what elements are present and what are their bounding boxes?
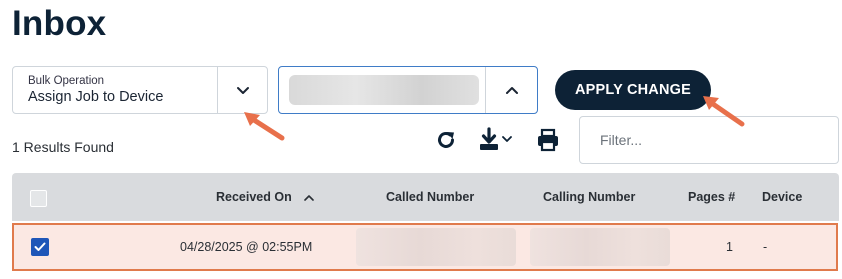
filter-input[interactable] <box>579 116 839 164</box>
bulk-value-select[interactable] <box>278 66 538 114</box>
column-calling-number[interactable]: Calling Number <box>543 190 635 204</box>
print-icon[interactable] <box>536 126 560 154</box>
row-checkbox[interactable] <box>31 238 49 256</box>
refresh-icon[interactable] <box>434 126 458 154</box>
redacted-select-value <box>289 75 479 105</box>
download-icon[interactable] <box>478 126 516 154</box>
table-row[interactable]: 04/28/2025 @ 02:55PM 1 - <box>12 223 838 271</box>
cell-called-number <box>356 228 516 266</box>
apply-change-button[interactable]: APPLY CHANGE <box>555 70 711 110</box>
bulk-operation-select[interactable]: Bulk Operation Assign Job to Device <box>12 66 268 114</box>
column-called-number[interactable]: Called Number <box>386 190 474 204</box>
results-count: 1 Results Found <box>12 139 114 155</box>
page-title: Inbox <box>12 4 107 43</box>
cell-received-on: 04/28/2025 @ 02:55PM <box>180 240 313 254</box>
column-received-on-label: Received On <box>216 190 292 204</box>
bulk-operation-value: Assign Job to Device <box>28 89 164 105</box>
chevron-down-icon[interactable] <box>218 67 268 113</box>
chevron-up-icon[interactable] <box>486 67 537 113</box>
cell-device: - <box>763 240 768 254</box>
cell-calling-number <box>530 228 670 266</box>
cell-pages: 1 <box>726 240 733 254</box>
column-device[interactable]: Device <box>762 190 802 204</box>
checkmark-icon <box>34 242 46 251</box>
table-header: Received On Called Number Calling Number… <box>12 173 839 221</box>
bulk-operation-label: Bulk Operation <box>28 75 105 87</box>
select-all-checkbox[interactable] <box>30 190 47 207</box>
column-pages[interactable]: Pages # <box>688 190 735 204</box>
sort-ascending-icon <box>304 195 315 202</box>
column-received-on[interactable]: Received On <box>216 190 315 204</box>
